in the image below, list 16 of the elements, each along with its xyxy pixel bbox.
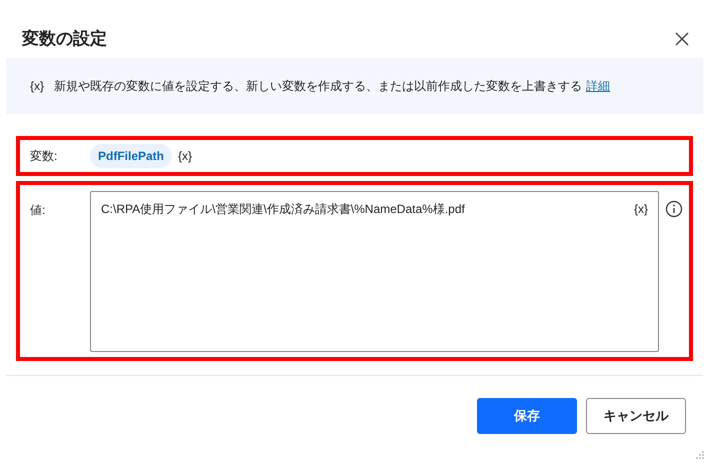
info-icon[interactable] <box>665 200 683 218</box>
info-description: 新規や既存の変数に値を設定する、新しい変数を作成する、または以前作成した変数を上書きする <box>54 78 582 95</box>
variable-symbol[interactable]: {x} <box>178 147 192 165</box>
value-text: C:\RPA使用ファイル\営業関連\作成済み請求書\%NameData%様.pdf <box>101 201 465 218</box>
resize-grip-icon[interactable] <box>695 450 705 460</box>
variable-symbol: {x} <box>30 78 44 95</box>
value-field[interactable]: C:\RPA使用ファイル\営業関連\作成済み請求書\%NameData%様.pdf {x} <box>90 191 659 352</box>
variable-token[interactable]: PdfFilePath <box>90 144 172 168</box>
close-icon[interactable] <box>675 32 689 46</box>
details-link[interactable]: 詳細 <box>586 77 610 95</box>
variable-symbol[interactable]: {x} <box>634 200 648 216</box>
cancel-button[interactable]: キャンセル <box>586 398 686 434</box>
variable-label: 変数: <box>30 148 58 165</box>
save-button[interactable]: 保存 <box>477 398 577 434</box>
dialog-title: 変数の設定 <box>22 28 107 50</box>
value-label: 値: <box>30 202 46 219</box>
